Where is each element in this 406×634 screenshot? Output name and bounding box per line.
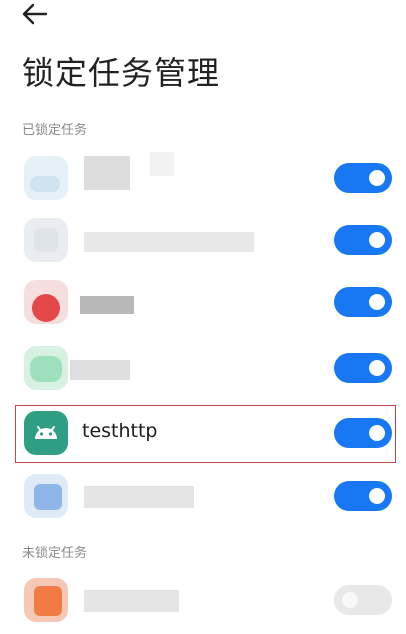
lock-toggle[interactable]	[334, 225, 392, 255]
list-item[interactable]	[0, 210, 406, 274]
app-icon-blurred	[24, 578, 68, 622]
list-item[interactable]	[0, 272, 406, 336]
section-unlocked-label: 未锁定任务	[22, 546, 88, 561]
toggle-knob	[369, 360, 385, 376]
list-item-testhttp[interactable]: testhttp	[0, 403, 406, 467]
back-button[interactable]	[20, 0, 50, 28]
lock-toggle[interactable]	[334, 287, 392, 317]
toggle-knob	[369, 232, 385, 248]
arrow-left-icon	[22, 3, 48, 25]
lock-toggle[interactable]	[334, 163, 392, 193]
android-icon	[24, 411, 68, 455]
lock-toggle[interactable]	[334, 418, 392, 448]
toggle-knob	[369, 488, 385, 504]
page-title: 锁定任务管理	[22, 54, 221, 92]
lock-toggle[interactable]	[334, 481, 392, 511]
toggle-knob	[369, 170, 385, 186]
app-icon-blurred	[24, 280, 68, 324]
toggle-knob	[369, 425, 385, 441]
list-item[interactable]	[0, 148, 406, 212]
section-locked-label: 已锁定任务	[22, 123, 88, 138]
lock-toggle[interactable]	[334, 353, 392, 383]
toggle-knob	[369, 294, 385, 310]
list-item[interactable]	[0, 570, 406, 634]
app-icon-blurred	[24, 474, 68, 518]
app-icon-blurred	[24, 218, 68, 262]
app-icon-blurred	[24, 346, 68, 390]
toggle-knob	[342, 592, 358, 608]
list-item[interactable]	[0, 338, 406, 402]
lock-toggle[interactable]	[334, 585, 392, 615]
task-label: testhttp	[82, 420, 158, 442]
list-item[interactable]	[0, 466, 406, 530]
app-icon-blurred	[24, 156, 68, 200]
